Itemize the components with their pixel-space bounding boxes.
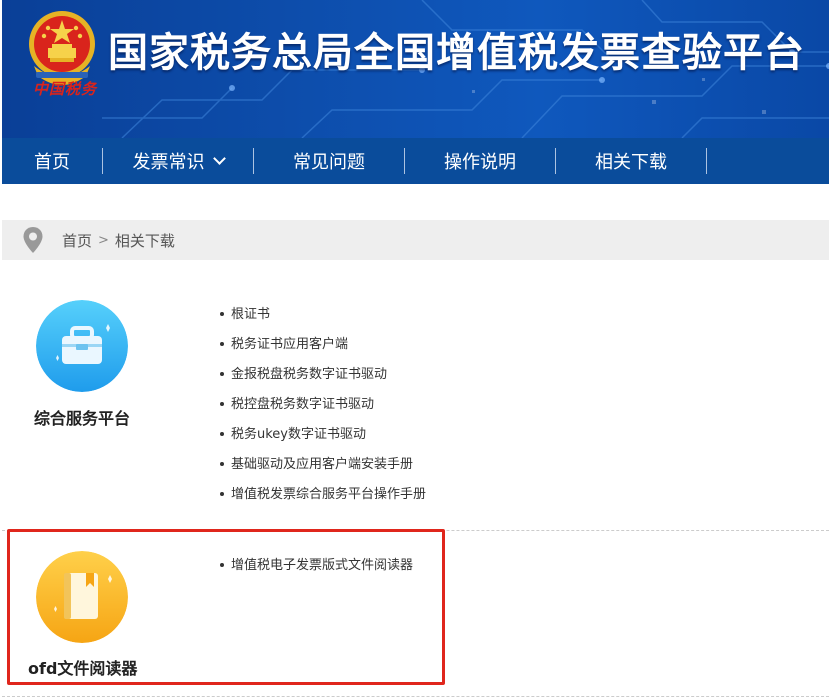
list-item: 根证书 xyxy=(220,300,426,330)
section-title: 综合服务平台 xyxy=(34,409,131,428)
briefcase-icon xyxy=(36,300,128,392)
section-divider xyxy=(2,696,829,697)
bullet-icon xyxy=(220,371,224,376)
download-link[interactable]: 金报税盘税务数字证书驱动 xyxy=(231,367,387,382)
bullet-icon xyxy=(220,461,224,466)
tax-brand-logo: 中国税务 xyxy=(32,80,97,98)
breadcrumb-current: 相关下载 xyxy=(114,231,175,250)
nav-item-label: 操作说明 xyxy=(444,152,516,173)
download-link[interactable]: 税务ukey数字证书驱动 xyxy=(231,427,366,442)
bullet-icon xyxy=(220,401,224,406)
nav-item-label: 首页 xyxy=(34,152,70,173)
nav-item-instructions[interactable]: 操作说明 xyxy=(405,138,555,184)
download-list: 根证书 税务证书应用客户端 金报税盘税务数字证书驱动 税控盘税务数字证书驱动 税… xyxy=(220,300,426,510)
list-item: 增值税发票综合服务平台操作手册 xyxy=(220,480,426,510)
nav-item-label: 相关下载 xyxy=(595,152,667,173)
bullet-icon xyxy=(220,491,224,496)
highlight-box xyxy=(7,529,445,685)
nav-item-invoice-knowledge[interactable]: 发票常识 xyxy=(103,138,253,184)
bullet-icon xyxy=(220,431,224,436)
breadcrumb: 首页 > 相关下载 xyxy=(2,220,829,260)
download-link[interactable]: 税控盘税务数字证书驱动 xyxy=(231,397,374,412)
breadcrumb-home-link[interactable]: 首页 xyxy=(62,230,92,251)
nav-item-label: 常见问题 xyxy=(293,152,365,173)
list-item: 税务ukey数字证书驱动 xyxy=(220,420,426,450)
download-link[interactable]: 增值税发票综合服务平台操作手册 xyxy=(231,487,426,502)
site-title: 国家税务总局全国增值税发票查验平台 xyxy=(108,31,805,75)
list-item: 金报税盘税务数字证书驱动 xyxy=(220,360,426,390)
bullet-icon xyxy=(220,311,224,316)
list-item: 税控盘税务数字证书驱动 xyxy=(220,390,426,420)
location-pin-icon xyxy=(23,227,43,253)
list-item: 基础驱动及应用客户端安装手册 xyxy=(220,450,426,480)
chevron-down-icon xyxy=(212,152,226,165)
nav-item-downloads[interactable]: 相关下载 xyxy=(556,138,706,184)
nav-item-faq[interactable]: 常见问题 xyxy=(254,138,404,184)
bullet-icon xyxy=(220,341,224,346)
download-link[interactable]: 税务证书应用客户端 xyxy=(231,337,348,352)
header-banner: 中国税务 国家税务总局全国增值税发票查验平台 xyxy=(2,0,829,138)
nav-divider xyxy=(706,148,707,174)
nav-item-home[interactable]: 首页 xyxy=(2,138,102,184)
main-navigation: 首页 发票常识 常见问题 操作说明 相关下载 xyxy=(2,138,829,184)
download-link[interactable]: 基础驱动及应用客户端安装手册 xyxy=(231,457,413,472)
list-item: 税务证书应用客户端 xyxy=(220,330,426,360)
nav-item-label: 发票常识 xyxy=(132,152,205,173)
download-link[interactable]: 根证书 xyxy=(231,307,270,322)
breadcrumb-separator: > xyxy=(98,232,109,248)
